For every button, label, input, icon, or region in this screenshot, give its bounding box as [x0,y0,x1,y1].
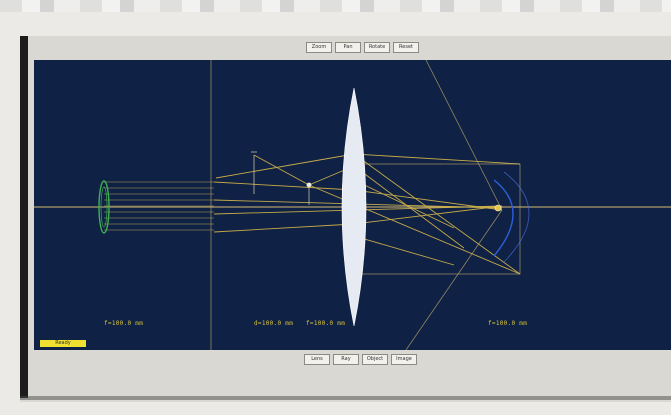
diagonal-line-top [425,60,503,211]
wavefront-arc-outer [503,171,530,263]
lens-element [341,87,367,327]
pan-button[interactable]: Pan [335,42,361,53]
ray-button[interactable]: Ray [333,354,359,365]
top-toolbar: Zoom Pan Rotate Reset [306,42,419,53]
source-bundle [104,181,214,231]
lens-button[interactable]: Lens [304,354,330,365]
bottom-toolbar: Lens Ray Object Image [304,354,417,365]
diagonal-line-bottom [405,209,503,350]
ray-diagram [34,60,671,350]
image-button[interactable]: Image [391,354,417,365]
focal-point [494,204,502,212]
rotate-button[interactable]: Rotate [364,42,390,53]
distance-label-object: f=100.0 mm [104,320,144,327]
object-button[interactable]: Object [362,354,388,365]
zoom-button[interactable]: Zoom [306,42,332,53]
photo-background-strip [0,0,671,12]
monitor-bezel-left [20,36,28,398]
reset-button[interactable]: Reset [393,42,419,53]
ray-fan [213,153,521,275]
optics-canvas[interactable]: f=100.0 mm d=100.0 mm f=100.0 mm f=100.0… [34,60,671,350]
distance-label-lens: f=100.0 mm [306,320,346,327]
status-badge: Ready [40,340,86,347]
distance-label-gap: d=100.0 mm [254,320,294,327]
distance-label-image: f=100.0 mm [488,320,528,327]
monitor-bezel-bottom [20,396,671,400]
